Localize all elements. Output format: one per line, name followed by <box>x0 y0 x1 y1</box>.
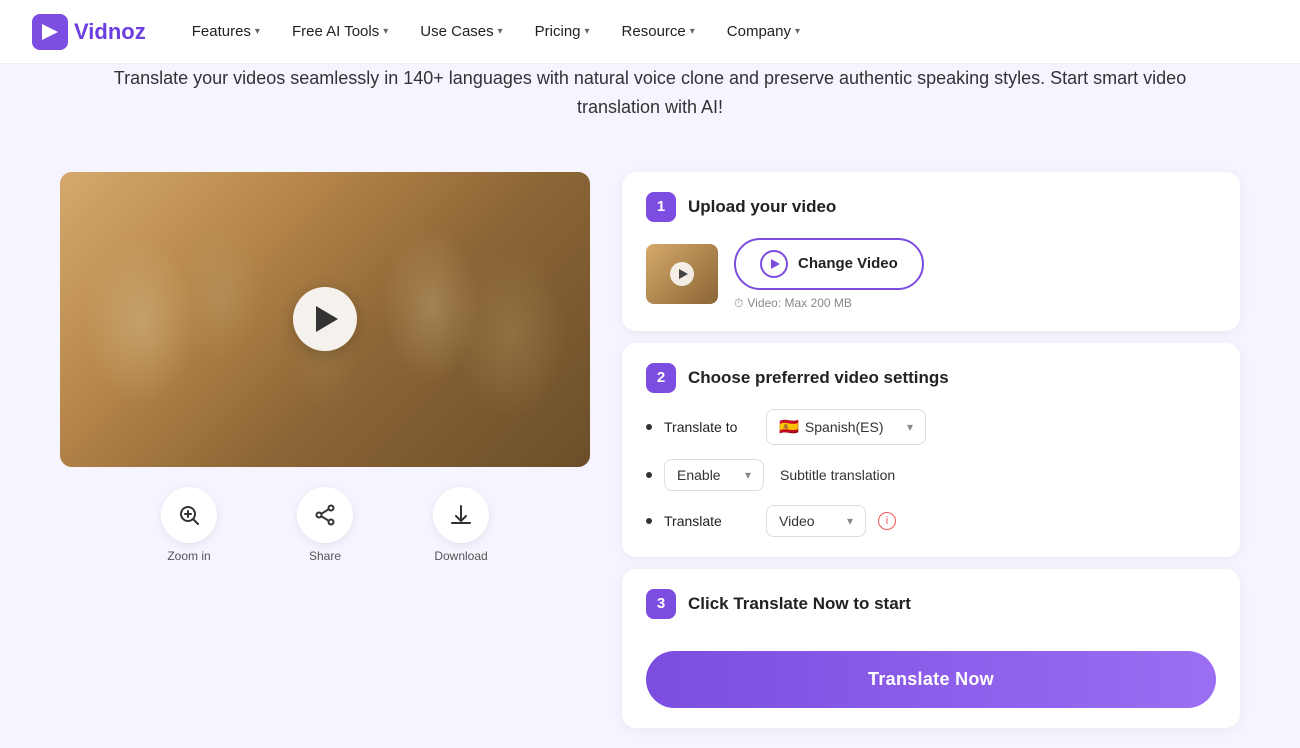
play-icon <box>316 306 338 332</box>
logo-icon <box>32 14 68 50</box>
step3-header: 3 Click Translate Now to start <box>646 589 1216 619</box>
video-type-select[interactable]: Video ▾ <box>766 505 866 537</box>
step3-number: 3 <box>646 589 676 619</box>
nav-item-free-ai-tools[interactable]: Free AI Tools ▾ <box>278 15 402 48</box>
settings-rows: Translate to 🇪🇸 Spanish(ES) ▾ Enable ▾ S… <box>646 409 1216 537</box>
clock-icon: ⏱ <box>734 296 743 311</box>
hero-subtitle: Translate your videos seamlessly in 140+… <box>100 64 1200 122</box>
share-icon <box>313 503 337 527</box>
brand-name: Vidnoz <box>74 19 146 45</box>
upload-right: Change Video ⏱ Video: Max 200 MB <box>734 238 924 311</box>
language-name: Spanish(ES) <box>805 419 884 435</box>
step1-header: 1 Upload your video <box>646 192 1216 222</box>
navbar: Vidnoz Features ▾ Free AI Tools ▾ Use Ca… <box>0 0 1300 64</box>
nav-item-pricing[interactable]: Pricing ▾ <box>521 15 604 48</box>
step2-number: 2 <box>646 363 676 393</box>
bullet-translate-type <box>646 518 652 524</box>
upload-content: Change Video ⏱ Video: Max 200 MB <box>646 238 1216 311</box>
download-icon <box>449 503 473 527</box>
chevron-down-icon: ▾ <box>795 26 800 37</box>
share-label: Share <box>309 549 341 563</box>
download-control[interactable]: Download <box>433 487 489 563</box>
subtitle-row: Enable ▾ Subtitle translation <box>646 459 1216 491</box>
video-section: Vidnoz Zoom in <box>60 172 590 563</box>
nav-item-use-cases[interactable]: Use Cases ▾ <box>406 15 516 48</box>
step3-title: Click Translate Now to start <box>688 594 911 614</box>
zoom-in-icon <box>177 503 201 527</box>
zoom-in-control[interactable]: Zoom in <box>161 487 217 563</box>
zoom-in-button[interactable] <box>161 487 217 543</box>
bullet-translate-to <box>646 424 652 430</box>
change-video-button[interactable]: Change Video <box>734 238 924 290</box>
nav-item-features[interactable]: Features ▾ <box>178 15 274 48</box>
video-type-chevron-icon: ▾ <box>847 514 853 528</box>
video-limit-info: ⏱ Video: Max 200 MB <box>734 296 924 311</box>
subtitle-translation-label: Subtitle translation <box>780 467 895 483</box>
change-video-play-icon <box>760 250 788 278</box>
thumb-play-overlay <box>646 244 718 304</box>
nav-item-resource[interactable]: Resource ▾ <box>608 15 709 48</box>
lang-chevron-icon: ▾ <box>907 420 913 434</box>
download-label: Download <box>434 549 487 563</box>
share-control[interactable]: Share <box>297 487 353 563</box>
main-content: Vidnoz Zoom in <box>0 142 1300 748</box>
logo[interactable]: Vidnoz <box>32 14 146 50</box>
play-button[interactable] <box>293 287 357 351</box>
zoom-in-label: Zoom in <box>167 549 210 563</box>
nav-items: Features ▾ Free AI Tools ▾ Use Cases ▾ P… <box>178 15 1268 48</box>
video-controls: Zoom in Share <box>60 487 590 563</box>
change-video-triangle <box>771 259 780 269</box>
language-flag: 🇪🇸 <box>779 417 799 437</box>
thumb-play-icon <box>679 269 688 279</box>
chevron-down-icon: ▾ <box>690 26 695 37</box>
enable-select[interactable]: Enable ▾ <box>664 459 764 491</box>
hero-subtitle-area: Translate your videos seamlessly in 140+… <box>0 64 1300 142</box>
step3-card: 3 Click Translate Now to start Translate… <box>622 569 1240 728</box>
step2-header: 2 Choose preferred video settings <box>646 363 1216 393</box>
nav-item-company[interactable]: Company ▾ <box>713 15 814 48</box>
share-button[interactable] <box>297 487 353 543</box>
info-icon[interactable]: i <box>878 512 896 530</box>
language-select[interactable]: 🇪🇸 Spanish(ES) ▾ <box>766 409 926 445</box>
translate-type-label: Translate <box>664 513 754 529</box>
step2-title: Choose preferred video settings <box>688 368 949 388</box>
step1-title: Upload your video <box>688 197 836 217</box>
step1-card: 1 Upload your video Chan <box>622 172 1240 331</box>
translate-type-row: Translate Video ▾ i <box>646 505 1216 537</box>
video-background: Vidnoz <box>60 172 590 467</box>
step1-number: 1 <box>646 192 676 222</box>
video-thumbnail <box>646 244 718 304</box>
chevron-down-icon: ▾ <box>255 26 260 37</box>
translate-now-button[interactable]: Translate Now <box>646 651 1216 708</box>
translate-to-row: Translate to 🇪🇸 Spanish(ES) ▾ <box>646 409 1216 445</box>
video-player[interactable]: Vidnoz <box>60 172 590 467</box>
chevron-down-icon: ▾ <box>383 26 388 37</box>
steps-section: 1 Upload your video Chan <box>622 172 1240 728</box>
chevron-down-icon: ▾ <box>498 26 503 37</box>
download-button[interactable] <box>433 487 489 543</box>
video-type-value: Video <box>779 513 815 529</box>
step2-card: 2 Choose preferred video settings Transl… <box>622 343 1240 557</box>
chevron-down-icon: ▾ <box>585 26 590 37</box>
enable-label: Enable <box>677 467 721 483</box>
bullet-subtitle <box>646 472 652 478</box>
enable-chevron-icon: ▾ <box>745 468 751 482</box>
thumb-play-circle <box>670 262 694 286</box>
translate-to-label: Translate to <box>664 419 754 435</box>
